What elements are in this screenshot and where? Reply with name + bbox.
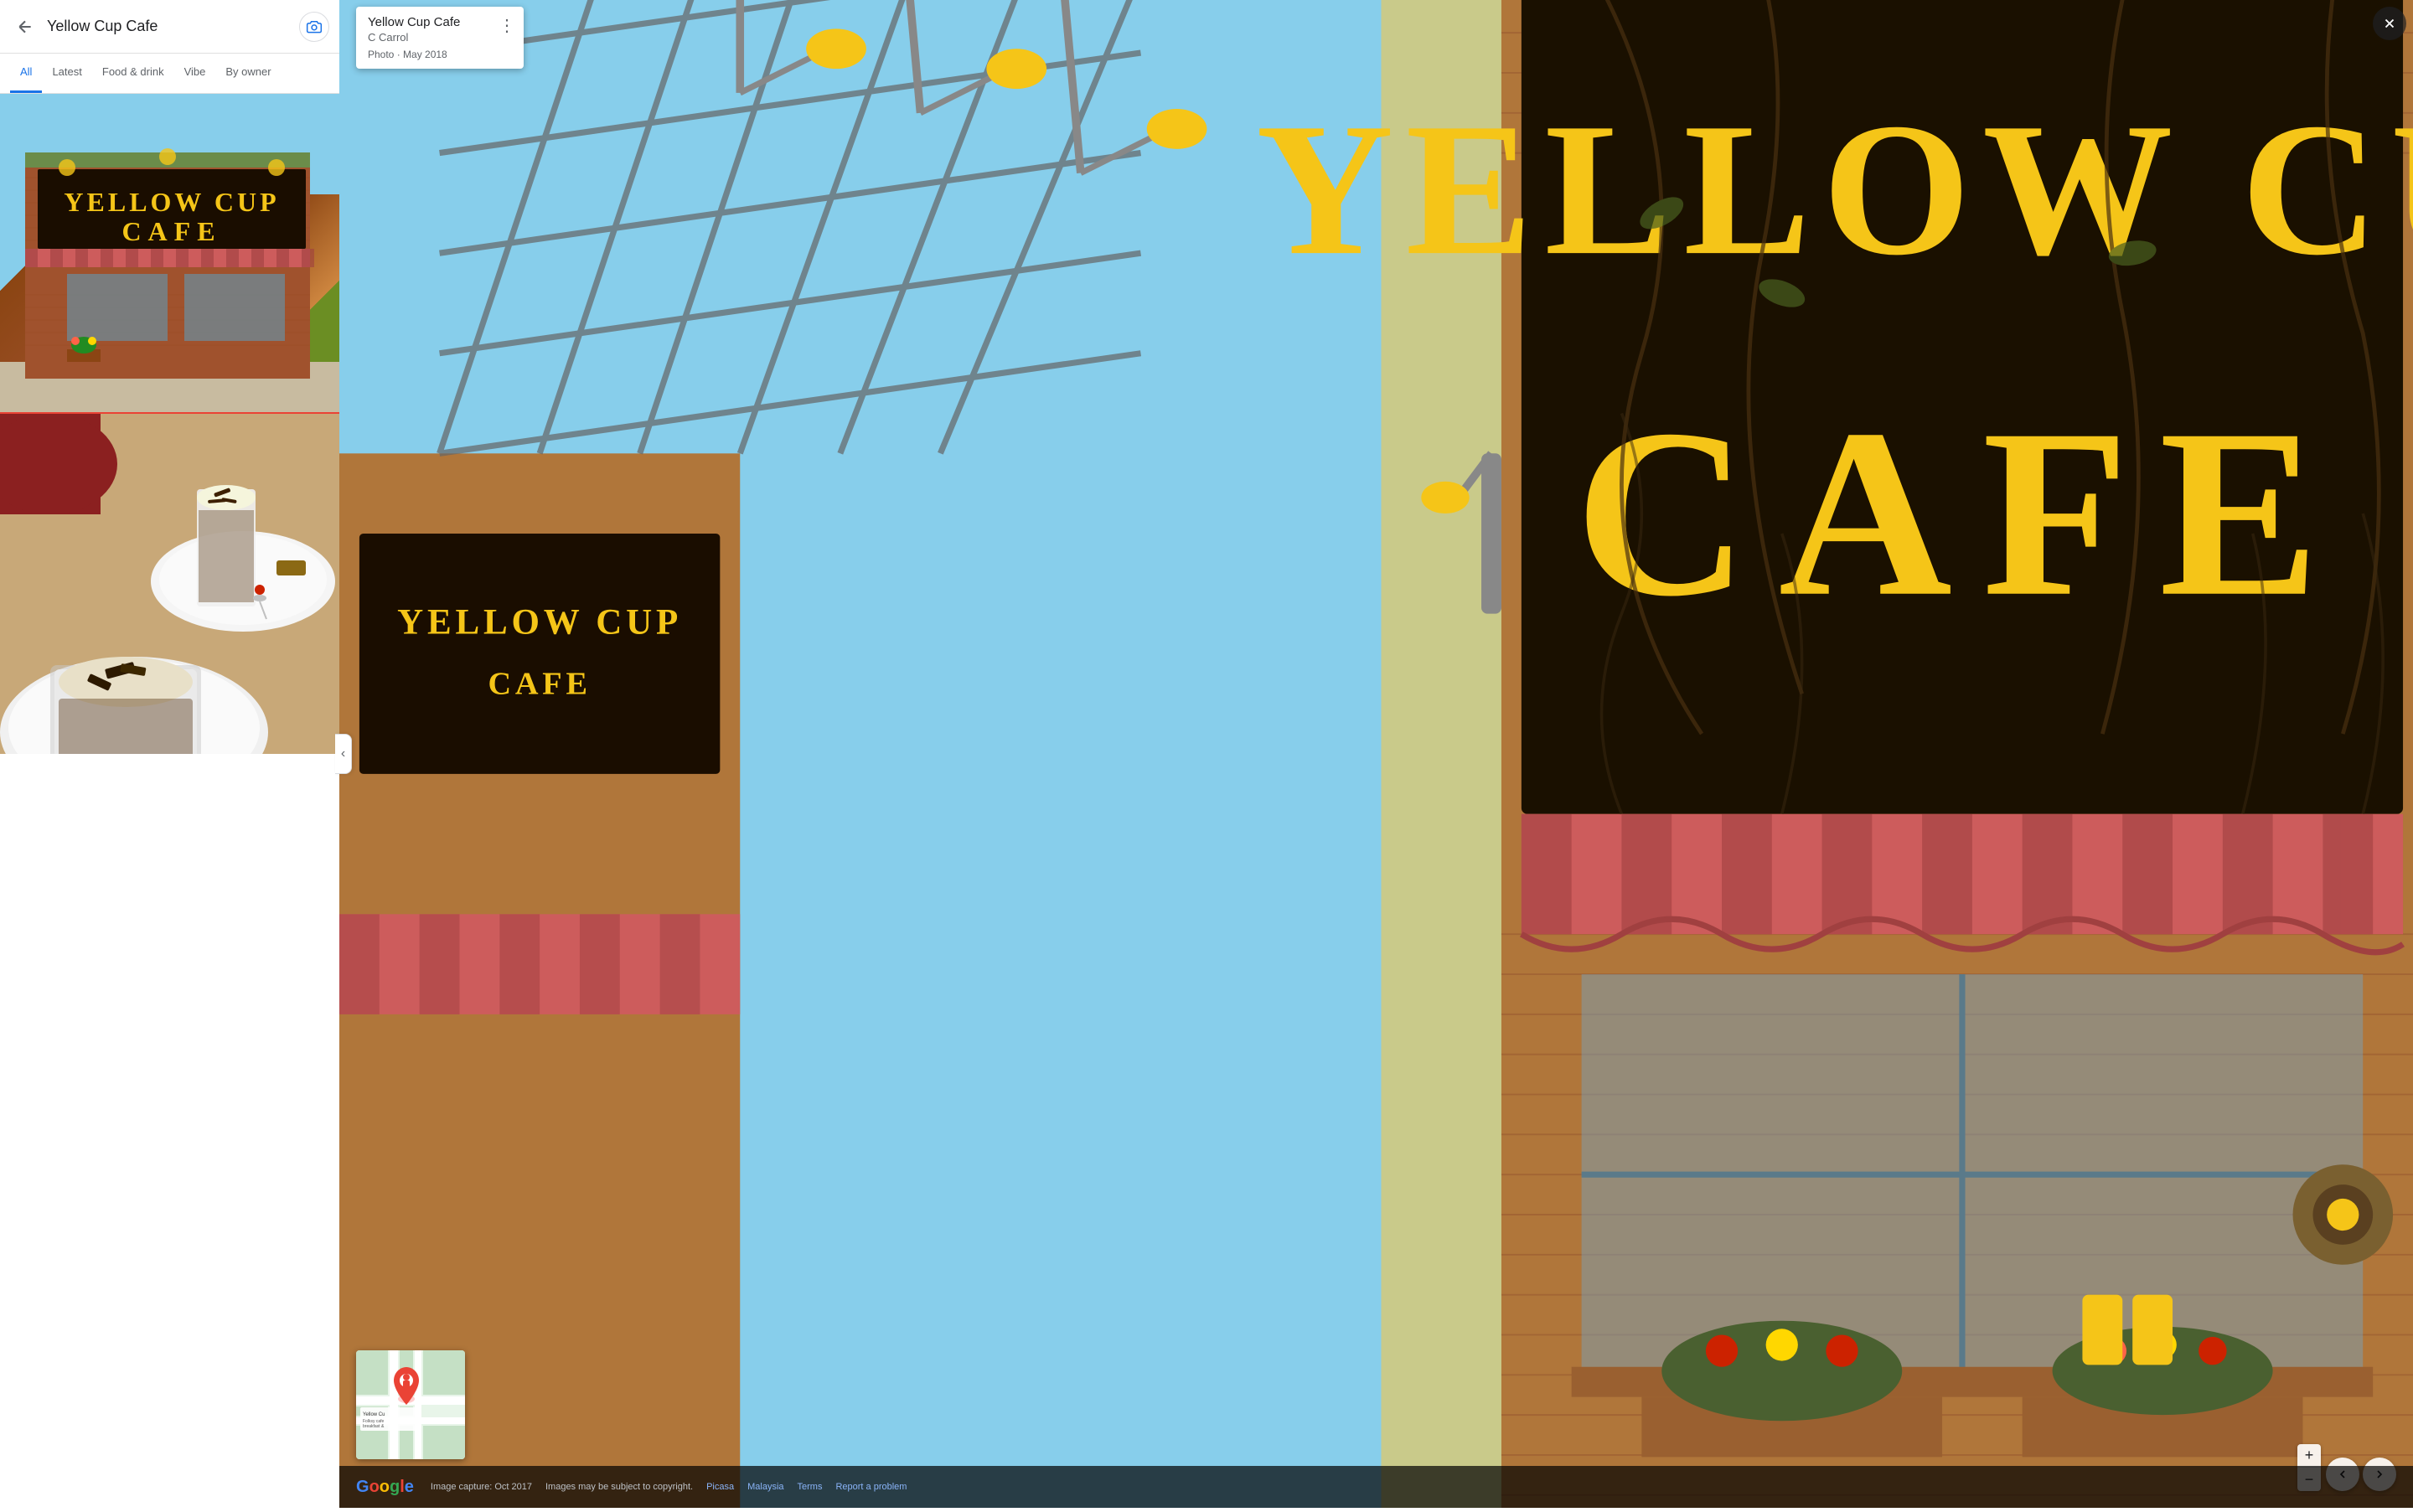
svg-text:Yellow Cu: Yellow Cu: [363, 1412, 385, 1417]
left-panel: Yellow Cup Cafe All Latest Food & drink …: [0, 0, 339, 754]
map-thumbnail[interactable]: Yellow Cu Folksy cafe breakfast &: [356, 1350, 465, 1459]
photo-grid: YELLOW CUP CAFE: [0, 94, 339, 754]
photo-tooltip: Yellow Cup Cafe C Carrol Photo · May 201…: [356, 7, 524, 69]
tab-latest[interactable]: Latest: [42, 54, 91, 93]
photo-coffee-drinks[interactable]: [0, 412, 339, 754]
picasa-link[interactable]: Picasa: [706, 1482, 734, 1492]
tooltip-author: C Carrol: [368, 31, 493, 44]
photo-building-exterior[interactable]: YELLOW CUP CAFE: [0, 94, 339, 412]
tab-by-owner[interactable]: By owner: [215, 54, 281, 93]
tab-vibe[interactable]: Vibe: [174, 54, 216, 93]
svg-text:YELLOW CUP: YELLOW CUP: [64, 187, 279, 217]
tooltip-date: Photo · May 2018: [368, 49, 493, 60]
tab-food-drink[interactable]: Food & drink: [92, 54, 174, 93]
svg-text:YELLOW CUP: YELLOW CUP: [397, 603, 682, 642]
report-problem-link[interactable]: Report a problem: [835, 1482, 907, 1492]
svg-text:breakfast &: breakfast &: [363, 1424, 385, 1429]
tooltip-place-name: Yellow Cup Cafe: [368, 15, 493, 29]
terms-link[interactable]: Terms: [798, 1482, 823, 1492]
svg-text:CAFE: CAFE: [121, 216, 221, 246]
image-capture-text: Image capture: Oct 2017: [431, 1482, 532, 1492]
main-image: YELLOW CUP CAFE: [339, 0, 2413, 1508]
place-title: Yellow Cup Cafe: [47, 18, 299, 35]
header: Yellow Cup Cafe: [0, 0, 339, 54]
tabs-bar: All Latest Food & drink Vibe By owner: [0, 54, 339, 94]
tooltip-more-button[interactable]: ⋮: [499, 15, 515, 36]
main-photo-viewer: YELLOW CUP CAFE: [339, 0, 2413, 1508]
collapse-panel-button[interactable]: [335, 734, 352, 774]
svg-text:CAFE: CAFE: [1575, 380, 2350, 647]
malaysia-link[interactable]: Malaysia: [747, 1482, 783, 1492]
bottom-bar: Google Image capture: Oct 2017 Images ma…: [339, 1466, 2413, 1508]
svg-text:YELLOW CUP: YELLOW CUP: [1256, 85, 2413, 295]
close-button[interactable]: [2373, 7, 2406, 40]
back-button[interactable]: [10, 12, 40, 42]
tab-all[interactable]: All: [10, 54, 42, 93]
zoom-in-button[interactable]: +: [2297, 1444, 2321, 1468]
google-logo: Google: [356, 1478, 414, 1497]
images-notice-text: Images may be subject to copyright.: [545, 1482, 693, 1492]
camera-button[interactable]: [299, 12, 329, 42]
svg-text:CAFE: CAFE: [488, 666, 591, 701]
